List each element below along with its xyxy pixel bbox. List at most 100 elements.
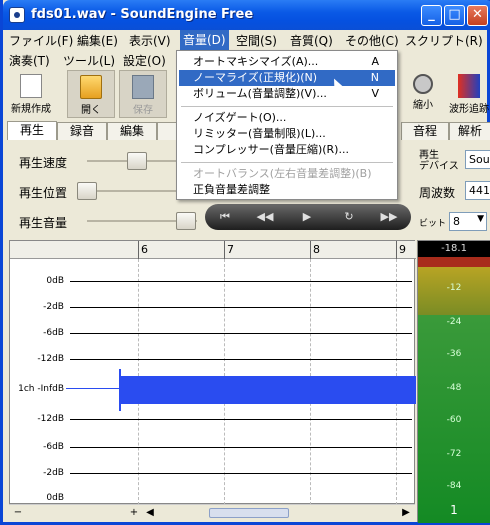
scroll-thumb[interactable] (209, 508, 289, 518)
new-button[interactable]: 新規作成 (7, 70, 55, 118)
level-line (70, 333, 412, 334)
meter-scale-label: -60 (446, 415, 462, 425)
volume-slider[interactable] (176, 212, 196, 230)
menu-settings[interactable]: 設定(O) (123, 52, 166, 69)
menu-item-limiter[interactable]: リミッター(音量制限)(L)... (179, 126, 395, 142)
minimize-button[interactable]: _ (421, 5, 442, 26)
skip-back-icon[interactable]: ⏮ (215, 209, 235, 225)
ruler-mark (138, 241, 139, 259)
wave-tracking-button[interactable]: 波形追跡 (447, 70, 490, 118)
menu-space[interactable]: 空間(S) (236, 32, 277, 49)
menu-item-noise-gate[interactable]: ノイズゲート(O)... (179, 110, 395, 126)
position-label: 再生位置 (19, 186, 68, 200)
level-line (70, 447, 412, 448)
db-label: -12dB (37, 354, 64, 364)
menu-item-label: ノーマライズ(正規化)(N) (193, 71, 318, 84)
menu-view[interactable]: 表示(V) (129, 32, 171, 49)
tab-record[interactable]: 録音 (57, 122, 107, 140)
db-label: -2dB (43, 302, 64, 312)
menu-script[interactable]: スクリプト(R) (405, 32, 483, 49)
menu-item-label: リミッター(音量制限)(L)... (193, 127, 326, 140)
menu-item-auto-maximize[interactable]: オートマキシマイズ(A)... A (179, 54, 395, 70)
scroll-right-icon[interactable]: ▶ (399, 507, 413, 521)
menu-edit[interactable]: 編集(E) (77, 32, 118, 49)
ruler-label: 8 (313, 243, 320, 256)
menu-volume[interactable]: 音量(D) (180, 30, 229, 50)
reduce-button[interactable]: 縮小 (399, 70, 447, 118)
title-bar[interactable]: fds01.wav - SoundEngine Free _ □ ✕ (3, 0, 490, 30)
transport-bar: ⏮ ◀◀ ▶ ↻ ▶▶ (205, 204, 411, 230)
fast-forward-icon[interactable]: ▶▶ (379, 209, 399, 225)
ruler-mark (224, 241, 225, 259)
ruler-label: 9 (399, 243, 406, 256)
db-label: 0dB (46, 276, 64, 286)
ruler-label: 7 (227, 243, 234, 256)
tab-play[interactable]: 再生 (7, 121, 57, 141)
loop-icon[interactable]: ↻ (339, 209, 359, 225)
channel-label: 1ch -InfdB (18, 384, 64, 394)
bit-value: 8 (453, 215, 460, 228)
menu-other[interactable]: その他(C) (345, 32, 399, 49)
device-label: 再生 デバイス (419, 150, 459, 172)
speed-label: 再生速度 (19, 156, 68, 170)
horizontal-scrollbar[interactable]: − + ◀ ▶ (9, 504, 415, 520)
tab-analysis[interactable]: 解析 (449, 122, 490, 140)
menu-item-shortcut: N (370, 71, 379, 84)
menu-separator (181, 162, 393, 163)
open-folder-icon (80, 75, 102, 99)
device-select[interactable]: Sou (465, 150, 490, 169)
scroll-left-icon[interactable]: ◀ (143, 507, 157, 521)
menu-file[interactable]: ファイル(F) (9, 32, 73, 49)
meter-scale-label: -48 (446, 383, 462, 393)
ruler-mark (310, 241, 311, 259)
menu-item-label: オートバランス(左右音量差調整)(B) (193, 167, 372, 180)
position-slider[interactable] (77, 182, 97, 200)
db-label: -12dB (37, 414, 64, 424)
volume-menu-dropdown: オートマキシマイズ(A)... A ノーマライズ(正規化)(N) N ボリューム(音… (176, 50, 398, 200)
tab-pitch[interactable]: 音程 (401, 122, 449, 140)
db-label: -6dB (43, 328, 64, 338)
menu-quality[interactable]: 音質(Q) (290, 32, 333, 49)
menu-tools[interactable]: ツール(L) (63, 52, 115, 69)
frequency-select[interactable]: 441 (465, 181, 490, 200)
save-icon (132, 75, 154, 99)
open-button[interactable]: 開く (67, 70, 115, 118)
menu-item-label: ノイズゲート(O)... (193, 111, 287, 124)
level-line (70, 419, 412, 420)
menu-play[interactable]: 演奏(T) (9, 52, 50, 69)
maximize-button[interactable]: □ (444, 5, 465, 26)
zoom-minus-icon[interactable]: − (11, 507, 25, 521)
menu-bar: ファイル(F) 編集(E) 表示(V) 音量(D) 空間(S) 音質(Q) その… (3, 30, 490, 50)
menu-item-shortcut: A (371, 55, 379, 68)
time-ruler: 6 7 8 9 (10, 241, 416, 259)
wave-tracking-icon (458, 74, 480, 98)
window-title: fds01.wav - SoundEngine Free (31, 7, 254, 22)
menu-item-volume[interactable]: ボリューム(音量調整)(V)... V (179, 86, 395, 102)
open-label: 開く (81, 105, 101, 116)
tab-edit[interactable]: 編集 (107, 122, 157, 140)
meter-scale-label: -84 (446, 481, 462, 491)
frequency-label: 周波数 (419, 186, 456, 200)
waveform[interactable] (120, 376, 416, 404)
peak-readout: -18.1 (418, 241, 490, 257)
menu-separator (181, 106, 393, 107)
rewind-icon[interactable]: ◀◀ (255, 209, 275, 225)
menu-item-label: 正負音量差調整 (193, 183, 270, 196)
bit-select[interactable]: 8 ▼ (449, 212, 487, 231)
zoom-plus-icon[interactable]: + (127, 507, 141, 521)
menu-item-shortcut: V (371, 87, 379, 100)
speed-slider[interactable] (126, 152, 147, 170)
menu-item-label: ボリューム(音量調整)(V)... (193, 87, 327, 100)
play-icon[interactable]: ▶ (297, 209, 317, 225)
menu-item-polarity-adjust[interactable]: 正負音量差調整 (179, 182, 395, 198)
menu-item-normalize[interactable]: ノーマライズ(正規化)(N) N (179, 70, 395, 86)
waveform-panel[interactable]: 6 7 8 9 0dB -2dB -6dB -12dB 1ch -InfdB -… (9, 240, 416, 505)
meter-channel: 1 (450, 503, 458, 517)
new-label: 新規作成 (11, 104, 51, 115)
menu-item-auto-balance: オートバランス(左右音量差調整)(B) (179, 166, 395, 182)
menu-item-compressor[interactable]: コンプレッサー(音量圧縮)(R)... (179, 142, 395, 158)
close-button[interactable]: ✕ (467, 5, 488, 26)
app-icon[interactable] (9, 7, 25, 23)
bit-label: ビット (419, 219, 447, 229)
save-button[interactable]: 保存 (119, 70, 167, 118)
